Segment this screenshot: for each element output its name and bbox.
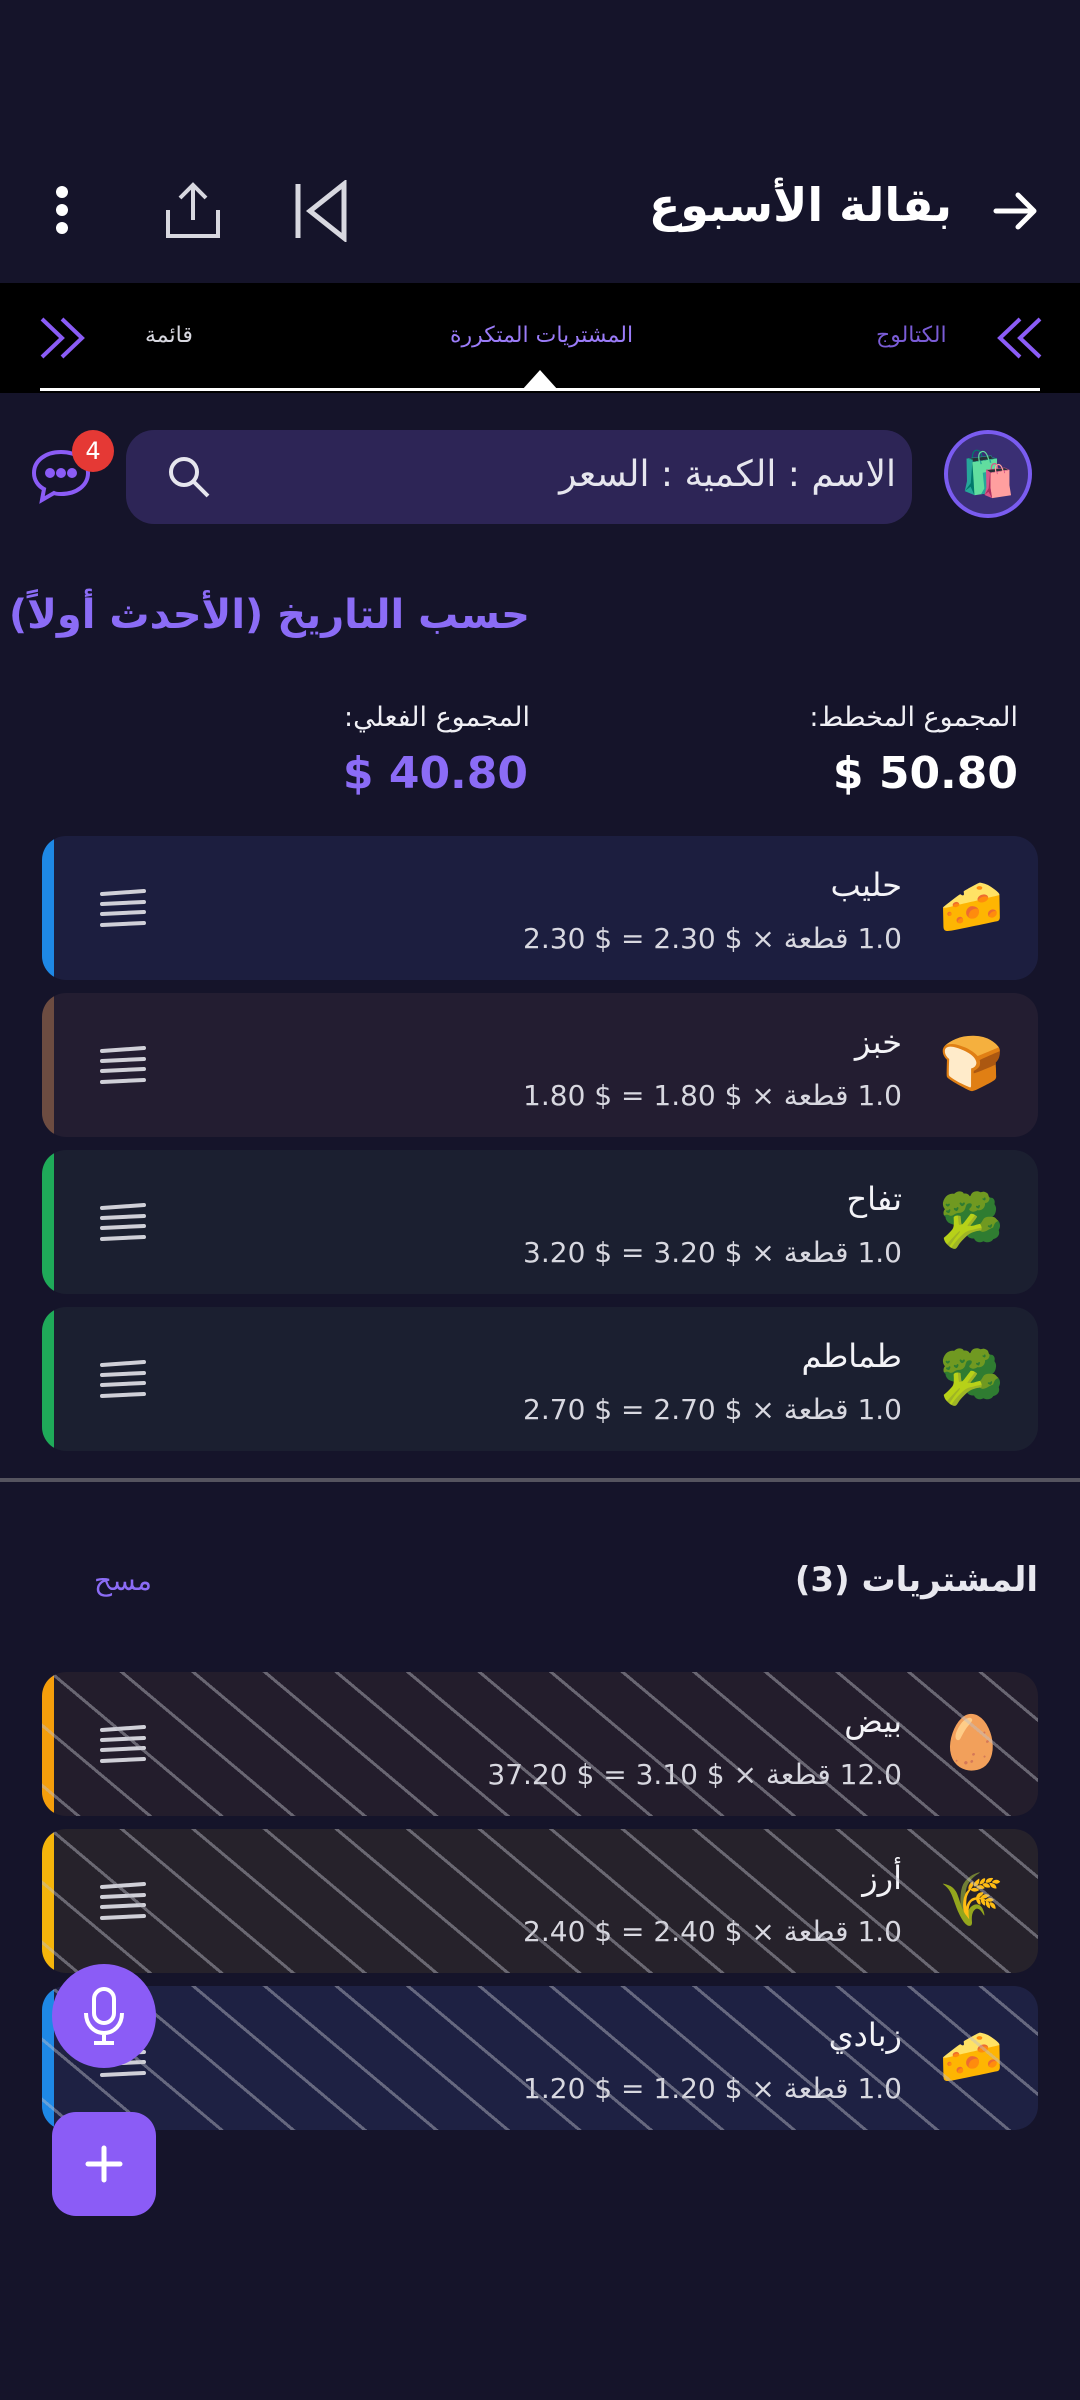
search-input[interactable]: الاسم : الكمية : السعر [126,430,912,524]
drag-handle-icon[interactable] [98,1045,148,1085]
item-name: تفاح [846,1180,903,1218]
add-item-button[interactable] [52,2112,156,2216]
sort-title[interactable]: حسب التاريخ (الأحدث أولاً) [9,592,530,638]
search-icon [164,452,214,502]
search-row: 4 الاسم : الكمية : السعر 🛍️ [0,430,1080,526]
drag-handle-icon[interactable] [98,888,148,928]
category-stripe [42,1829,54,1973]
actual-total-value: $ 40.80 [342,748,528,799]
item-category-icon: 🌾 [939,1870,1004,1930]
purchased-hatch-overlay [42,1986,1038,2130]
item-price-detail: 1.0 قطعة × $ 3.20 = $ 3.20 [523,1236,902,1269]
plus-icon [85,2145,123,2183]
purchased-hatch-overlay [42,1829,1038,1973]
item-price-detail: 1.0 قطعة × $ 2.30 = $ 2.30 [523,922,902,955]
item-category-icon: 🍞 [939,1034,1004,1094]
clear-button[interactable]: مسح [94,1564,152,1597]
top-app-bar: بقالة الأسبوع [0,150,1080,270]
double-chevron-left-icon[interactable] [990,313,1046,363]
item-price-detail: 12.0 قطعة × $ 3.10 = $ 37.20 [487,1758,902,1791]
item-name: خبز [854,1023,902,1061]
search-value: الاسم : الكمية : السعر [559,454,896,495]
category-stripe [42,1307,54,1451]
item-name: طماطم [801,1337,902,1375]
more-vert-icon[interactable] [40,180,84,240]
item-name: حليب [830,866,902,904]
tab-list[interactable]: قائمة [145,323,193,348]
section-divider [0,1478,1080,1482]
planned_items-item-card[interactable]: 🥦 طماطم 1.0 قطعة × $ 2.70 = $ 2.70 [42,1307,1038,1451]
item-category-icon: 🧀 [939,877,1004,937]
planned-total-label: المجموع المخطط: [809,702,1018,733]
item-name: أرز [862,1859,902,1897]
drag-handle-icon[interactable] [98,1359,148,1399]
tab-recurring-purchases[interactable]: المشتريات المتكررة [450,323,633,348]
planned_items-item-card[interactable]: 🥦 تفاح 1.0 قطعة × $ 3.20 = $ 3.20 [42,1150,1038,1294]
item-category-icon: 🥦 [939,1348,1004,1408]
page-title: بقالة الأسبوع [648,178,952,232]
microphone-button[interactable] [52,1964,156,2068]
arrow-right-icon[interactable] [990,186,1040,236]
notification-badge: 4 [72,430,114,472]
purchases.items-item-card[interactable]: 🧀 زبادي 1.0 قطعة × $ 1.20 = $ 1.20 [42,1986,1038,2130]
purchases-title: المشتريات (3) [794,1560,1038,1600]
planned_items-item-card[interactable]: 🧀 حليب 1.0 قطعة × $ 2.30 = $ 2.30 [42,836,1038,980]
item-category-icon: 🧀 [939,2027,1004,2087]
purchases.items-item-card[interactable]: 🌾 أرز 1.0 قطعة × $ 2.40 = $ 2.40 [42,1829,1038,1973]
drag-handle-icon[interactable] [98,1724,148,1764]
item-category-icon: 🥦 [939,1191,1004,1251]
item-price-detail: 1.0 قطعة × $ 2.70 = $ 2.70 [523,1393,902,1426]
category-stripe [42,836,54,980]
drag-handle-icon[interactable] [98,1202,148,1242]
item-price-detail: 1.0 قطعة × $ 2.40 = $ 2.40 [523,1915,902,1948]
planned-total-value: $ 50.80 [832,748,1018,799]
share-icon[interactable] [160,178,226,244]
item-price-detail: 1.0 قطعة × $ 1.20 = $ 1.20 [523,2072,902,2105]
planned_items-item-card[interactable]: 🍞 خبز 1.0 قطعة × $ 1.80 = $ 1.80 [42,993,1038,1137]
skip-previous-icon[interactable] [290,178,352,244]
double-chevron-right-icon[interactable] [36,313,92,363]
shopping-bags-avatar[interactable]: 🛍️ [944,430,1032,518]
tab-catalog[interactable]: الكتالوج [876,323,947,348]
purchases.items-item-card[interactable]: 🥚 بيض 12.0 قطعة × $ 3.10 = $ 37.20 [42,1672,1038,1816]
tab-caret [522,370,558,390]
category-stripe [42,1672,54,1816]
purchased-hatch-overlay [42,1672,1038,1816]
item-category-icon: 🥚 [939,1713,1004,1773]
actual-total-label: المجموع الفعلي: [344,702,530,733]
item-name: بيض [844,1702,902,1740]
category-stripe [42,993,54,1137]
microphone-icon [84,1987,124,2045]
category-stripe [42,1150,54,1294]
item-price-detail: 1.0 قطعة × $ 1.80 = $ 1.80 [523,1079,902,1112]
drag-handle-icon[interactable] [98,1881,148,1921]
item-name: زبادي [828,2016,902,2054]
